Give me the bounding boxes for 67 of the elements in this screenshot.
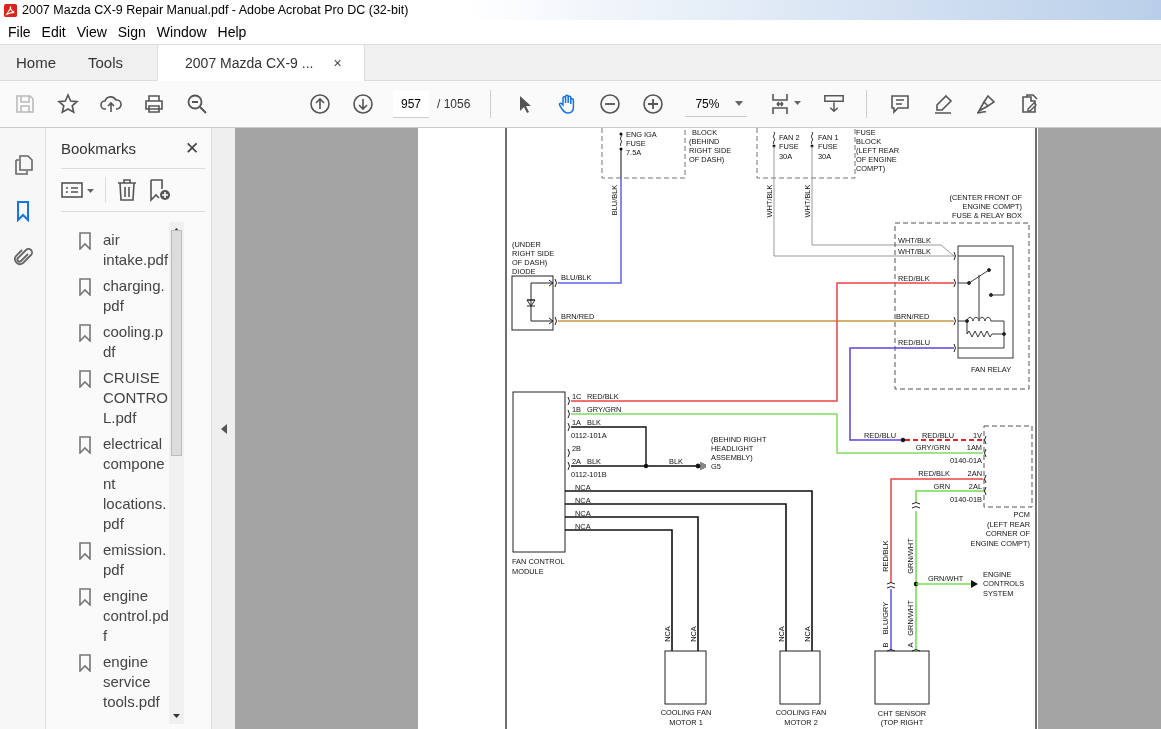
star-icon[interactable]	[57, 93, 79, 115]
bookmark-icon	[79, 654, 91, 672]
scroll-mode-icon[interactable]	[823, 93, 846, 115]
caret-icon	[735, 101, 744, 106]
connector-symbol	[984, 435, 987, 496]
bookmark-item[interactable]: electrical component locations.pdf	[103, 434, 169, 534]
page-number-field[interactable]: 957	[393, 90, 429, 118]
collapse-icon	[220, 423, 227, 434]
scroll-down-icon[interactable]	[173, 714, 180, 718]
zoom-out-icon[interactable]	[599, 93, 622, 115]
tab[interactable]: Tools	[72, 45, 140, 80]
bookmark-icon	[79, 278, 91, 296]
menu-item[interactable]: Window	[151, 24, 212, 40]
print-icon[interactable]	[143, 93, 165, 115]
bookmark-item[interactable]: charging.pdf	[103, 276, 169, 316]
wire-arrow	[915, 580, 978, 588]
bookmark-icon	[79, 370, 91, 388]
splice-dot	[643, 463, 649, 469]
options-menu-icon[interactable]	[61, 181, 95, 199]
panel-title: Bookmarks	[61, 139, 137, 157]
comment-icon[interactable]	[889, 93, 912, 115]
bookmark-item[interactable]: engine control.pdf	[103, 586, 169, 646]
cloud-upload-icon[interactable]	[100, 93, 122, 115]
bookmark-item[interactable]: engine service tools.pdf	[103, 652, 169, 712]
motor-box	[664, 650, 707, 705]
page-count: / 1056	[437, 97, 471, 111]
page-fit-icon[interactable]	[769, 92, 804, 116]
zoom-dropdown[interactable]: 75%	[685, 91, 748, 117]
scrollbar[interactable]	[169, 222, 184, 724]
pen-sign-icon[interactable]	[975, 93, 998, 115]
zoom-in-icon[interactable]	[642, 93, 665, 115]
tab[interactable]: 2007 Mazda CX-9 ... ×	[157, 45, 366, 81]
previous-page-icon[interactable]	[309, 93, 331, 115]
add-bookmark-icon[interactable]	[148, 178, 172, 202]
menu-item[interactable]: Edit	[36, 24, 71, 40]
scrollbar-thumb[interactable]	[171, 230, 182, 456]
bookmark-icon	[79, 232, 91, 250]
bookmark-icon	[79, 436, 91, 454]
highlighter-icon[interactable]	[932, 93, 955, 115]
splice-dot	[913, 581, 919, 587]
bookmark-icon	[79, 324, 91, 342]
bookmark-item[interactable]: emission.pdf	[103, 540, 169, 580]
menu-item[interactable]: View	[71, 24, 112, 40]
search-icon[interactable]	[186, 93, 208, 115]
next-page-icon[interactable]	[352, 93, 374, 115]
delete-icon[interactable]	[116, 178, 138, 202]
motor-box	[779, 650, 821, 705]
close-tab-button[interactable]: ×	[333, 55, 342, 71]
tab[interactable]: Home	[0, 45, 72, 80]
bookmark-icon	[79, 588, 91, 606]
bookmark-item[interactable]: cooling.pdf	[103, 322, 169, 362]
window-title: 2007 Mazda CX-9 Repair Manual.pdf - Adobe Acrobat Pro DC (32-bit)	[22, 3, 409, 17]
menu-item[interactable]: File	[3, 24, 36, 40]
bookmark-item[interactable]: air intake.pdf	[103, 230, 169, 270]
bookmark-item[interactable]: CRUISE CONTROL.pdf	[103, 368, 169, 428]
splice-dot	[900, 437, 906, 443]
connector-symbol	[554, 278, 557, 326]
paperclip-icon	[11, 246, 34, 268]
bookmark-icon	[79, 542, 91, 560]
wire	[890, 588, 892, 652]
menu-item[interactable]: Help	[212, 24, 252, 40]
diode-symbol	[511, 275, 554, 331]
app-logo-icon	[4, 3, 17, 17]
menu-item[interactable]: Sign	[112, 24, 151, 40]
sensor-box	[874, 650, 930, 705]
ground-symbol	[695, 461, 706, 471]
close-panel-button[interactable]: ✕	[185, 137, 199, 159]
